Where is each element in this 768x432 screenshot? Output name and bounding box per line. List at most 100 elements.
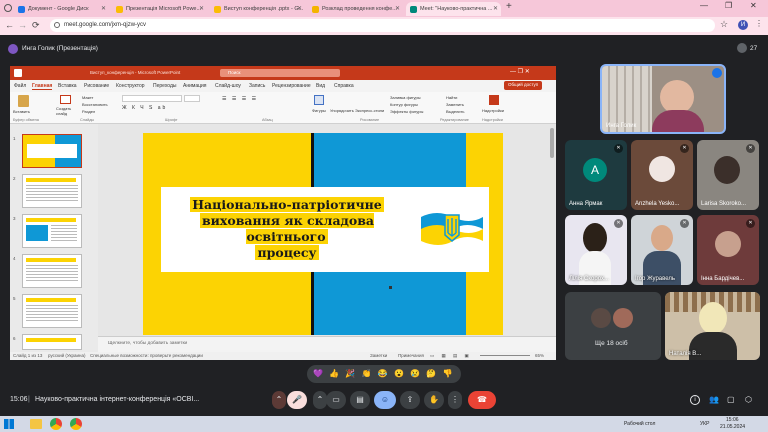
tab-search-icon[interactable]: [4, 4, 12, 12]
shape-effects-button[interactable]: Эффекты фигуры: [390, 109, 423, 114]
participant-tile[interactable]: Наталія В...: [665, 292, 760, 360]
chrome-icon[interactable]: [50, 418, 62, 430]
back-icon[interactable]: ←: [5, 20, 14, 30]
slide-thumbnail[interactable]: [22, 174, 82, 208]
slide-thumbnail[interactable]: [22, 294, 82, 328]
captions-button[interactable]: ▤: [350, 391, 370, 409]
shapes-button[interactable]: Фигуры: [312, 108, 326, 113]
desktop-label[interactable]: Рабочий стол: [624, 421, 655, 427]
tab-insert[interactable]: Вставка: [58, 83, 77, 89]
raise-hand-button[interactable]: ✋: [424, 391, 444, 409]
paste-icon[interactable]: [18, 95, 29, 107]
browser-tab[interactable]: Документ - Google Диск ✕: [14, 2, 109, 16]
close-tab-icon[interactable]: ✕: [395, 5, 400, 12]
view-buttons[interactable]: ▭ ▦ ▤ ▣: [430, 353, 472, 359]
slide-thumbnail[interactable]: [22, 334, 82, 350]
close-tab-icon[interactable]: ✕: [493, 5, 498, 12]
current-slide[interactable]: Національно-патріотичне виховання як скл…: [143, 133, 503, 335]
tab-home[interactable]: Главная: [32, 83, 53, 90]
participants-icon[interactable]: [737, 43, 747, 53]
vertical-scrollbar[interactable]: [550, 128, 554, 158]
file-explorer-icon[interactable]: [30, 419, 42, 429]
tab-design[interactable]: Конструктор: [116, 83, 145, 89]
paste-button[interactable]: Вставить: [13, 109, 30, 114]
participant-tile[interactable]: ✕ Ігор Журавель: [631, 215, 693, 285]
info-icon[interactable]: i: [690, 395, 700, 405]
notes-area[interactable]: Щелкните, чтобы добавить заметки: [98, 336, 556, 352]
arrange-button[interactable]: Упорядочить: [330, 108, 354, 113]
reload-icon[interactable]: ⟳: [32, 20, 40, 31]
slide-thumbnail[interactable]: [22, 214, 82, 248]
zoom-level[interactable]: 65%: [535, 353, 544, 358]
tab-help[interactable]: Справка: [334, 83, 354, 89]
reaction-thumbs-up[interactable]: 👍: [329, 369, 341, 378]
clock-time[interactable]: 15:06: [726, 417, 739, 423]
replace-button[interactable]: Заменить: [446, 102, 464, 107]
participant-tile[interactable]: ✕ Інна Бардічев...: [697, 215, 759, 285]
font-format-icons[interactable]: Ж К Ч S ab: [122, 105, 167, 111]
tab-view[interactable]: Вид: [316, 83, 325, 89]
browser-tab[interactable]: Виступ конференція .pptx - G... ✕: [210, 2, 305, 16]
find-button[interactable]: Найти: [446, 95, 457, 100]
close-tab-icon[interactable]: ✕: [297, 5, 302, 12]
more-participants-tile[interactable]: Ще 18 осіб: [565, 292, 661, 360]
present-button[interactable]: ⇪: [400, 391, 420, 409]
shapes-icon[interactable]: [314, 95, 324, 105]
notes-button[interactable]: Заметки: [370, 353, 387, 358]
site-info-icon[interactable]: [54, 22, 60, 28]
comments-button[interactable]: Примечания: [398, 353, 424, 358]
search-box[interactable]: Поиск: [220, 69, 340, 77]
new-slide-icon[interactable]: [60, 95, 71, 104]
reaction-heart[interactable]: 💜: [313, 369, 325, 378]
browser-tab[interactable]: Розклад проведення конфе... ✕: [308, 2, 403, 16]
tab-record[interactable]: Запись: [249, 83, 265, 89]
emoji-button[interactable]: ☺: [374, 391, 396, 409]
tab-transitions[interactable]: Переходы: [153, 83, 176, 89]
reaction-thinking[interactable]: 🤔: [426, 369, 438, 378]
font-name-box[interactable]: [122, 95, 182, 102]
select-button[interactable]: Выделить: [446, 109, 464, 114]
close-tab-icon[interactable]: ✕: [199, 5, 204, 12]
quick-styles-button[interactable]: Экспресс-стили: [355, 108, 384, 113]
reaction-laugh[interactable]: 😂: [378, 369, 390, 378]
zoom-slider[interactable]: [480, 355, 530, 356]
reaction-party[interactable]: 🎉: [345, 369, 357, 378]
tab-file[interactable]: Файл: [14, 83, 26, 89]
profile-avatar[interactable]: И: [738, 20, 748, 30]
language-status[interactable]: русский (Украина): [48, 353, 86, 358]
slide-thumbnail[interactable]: [22, 254, 82, 288]
participant-tile[interactable]: ✕ Лілія Скорох...: [565, 215, 627, 285]
accessibility-status[interactable]: Специальные возможности: проверьте реком…: [90, 353, 203, 358]
participant-tile[interactable]: ✕ Larisa Skoroko...: [697, 140, 759, 210]
participant-tile[interactable]: ✕ Anzhela Yesko...: [631, 140, 693, 210]
pin-icon[interactable]: [712, 68, 722, 78]
close-tab-icon[interactable]: ✕: [101, 5, 106, 12]
reaction-thumbs-down[interactable]: 👎: [443, 369, 455, 378]
people-icon[interactable]: 👥: [709, 395, 719, 404]
paragraph-icons[interactable]: ☰ ☰ ☰ ☰: [222, 96, 258, 102]
shape-fill-button[interactable]: Заливка фигуры: [390, 95, 421, 100]
new-slide-button[interactable]: Создать слайд: [56, 106, 76, 116]
addins-icon[interactable]: [489, 95, 499, 105]
ppt-window-controls[interactable]: — ❐ ✕: [510, 68, 530, 75]
sections-button[interactable]: Раздел: [82, 109, 95, 114]
browser-tab[interactable]: Презентація Microsoft Powe... ✕: [112, 2, 207, 16]
participant-tile-presenter[interactable]: Инга Голик: [600, 64, 726, 134]
more-options-button[interactable]: ⋮: [448, 391, 462, 409]
camera-button[interactable]: ▭: [326, 391, 346, 409]
address-bar[interactable]: meet.google.com/jxm-qjzw-ycv: [50, 19, 715, 32]
tab-animations[interactable]: Анимация: [183, 83, 206, 89]
minimize-button[interactable]: —: [700, 1, 708, 10]
language-indicator[interactable]: УКР: [700, 421, 709, 427]
chrome-app-icon[interactable]: [70, 418, 82, 430]
end-call-button[interactable]: ☎: [468, 391, 496, 409]
chat-icon[interactable]: ▢: [727, 395, 735, 404]
tab-slideshow[interactable]: Слайд-шоу: [215, 83, 241, 89]
new-tab-button[interactable]: +: [506, 1, 512, 12]
layout-button[interactable]: Макет: [82, 95, 93, 100]
slide-thumbnail-selected[interactable]: [22, 134, 82, 168]
bookmark-star-icon[interactable]: ☆: [720, 19, 728, 30]
reaction-sad[interactable]: 😢: [410, 369, 422, 378]
share-access-button[interactable]: Общий доступ: [504, 81, 543, 90]
activities-icon[interactable]: ⬡: [745, 395, 752, 404]
